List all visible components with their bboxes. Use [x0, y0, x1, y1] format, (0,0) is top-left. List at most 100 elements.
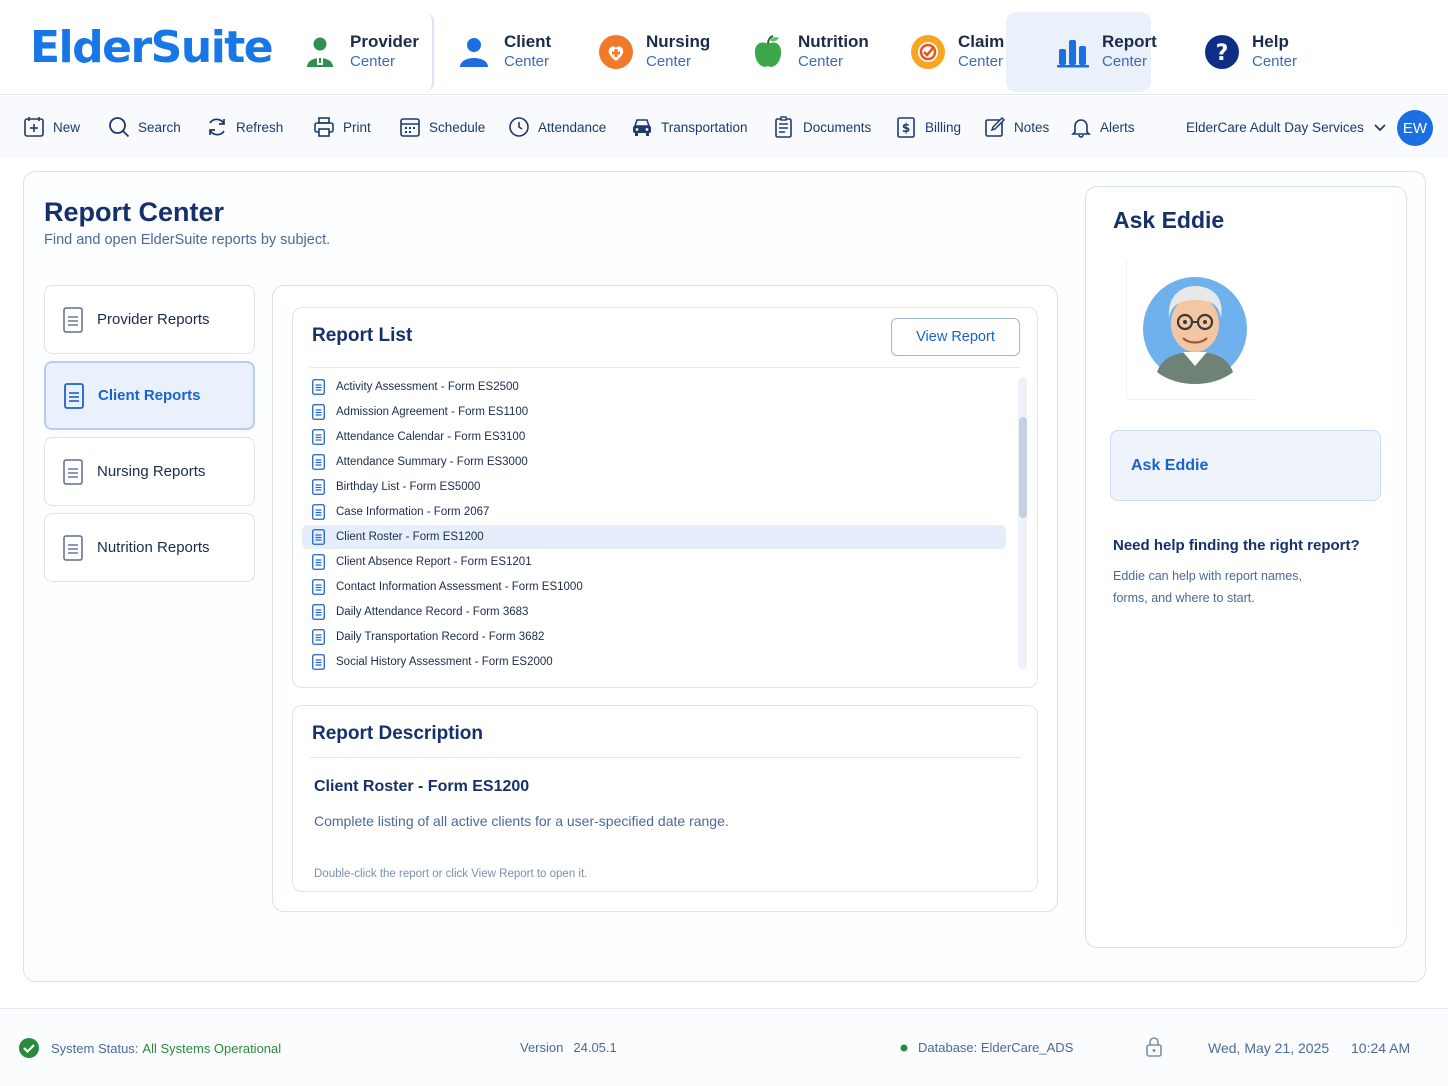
report-list-item[interactable]: Birthday List - Form ES5000	[302, 475, 1006, 499]
report-icon	[312, 429, 325, 445]
center-provider[interactable]: Provider Center	[302, 12, 434, 92]
report-list-item[interactable]: Activity Assessment - Form ES2500	[302, 375, 1006, 399]
notes-icon	[985, 116, 1006, 137]
document-icon	[63, 534, 83, 561]
bar-chart-icon	[1056, 34, 1090, 70]
toolbar-label: Schedule	[429, 119, 486, 135]
category-nutrition-reports[interactable]: Nutrition Reports	[44, 513, 255, 582]
calendar-icon	[400, 118, 420, 137]
report-list-item[interactable]: Attendance Summary - Form ES3000	[302, 450, 1006, 474]
center-label: Nursing	[646, 32, 711, 51]
center-label: Provider	[350, 32, 419, 51]
ask-eddie-title: Ask Eddie	[1113, 207, 1225, 233]
report-icon	[312, 654, 325, 670]
toolbar-new-button[interactable]: New	[23, 114, 80, 140]
billing-icon: $	[897, 117, 915, 138]
toolbar-billing-button[interactable]: $ Billing	[895, 114, 961, 140]
client-icon	[456, 34, 492, 70]
toolbar-label: Print	[343, 119, 371, 135]
report-list-item[interactable]: Daily Attendance Record - Form 3683	[302, 600, 1006, 624]
category-client-reports[interactable]: Client Reports	[44, 361, 255, 430]
center-claim[interactable]: Claim Center	[910, 12, 1018, 92]
status-dot-icon	[900, 1044, 908, 1051]
toolbar-schedule-button[interactable]: Schedule	[399, 114, 485, 140]
nursing-icon	[598, 34, 634, 70]
app-header: ElderSuite Provider Center Client Center N…	[0, 0, 1448, 95]
center-nutrition[interactable]: Nutrition Center	[750, 12, 884, 92]
center-sublabel: Center	[1252, 53, 1298, 70]
category-nursing-reports[interactable]: Nursing Reports	[44, 437, 255, 506]
center-client[interactable]: Client Center	[456, 12, 576, 92]
center-help[interactable]: ? Help Center	[1204, 12, 1314, 92]
report-name: Client Absence Report - Form ES1201	[336, 556, 532, 568]
center-report[interactable]: Report Center	[1006, 12, 1157, 92]
report-name: Admission Agreement - Form ES1100	[336, 406, 529, 418]
category-label: Nursing Reports	[97, 463, 206, 480]
open-report-hint: Double-click the report or click View Re…	[314, 868, 588, 880]
center-label: Client	[504, 32, 552, 51]
center-nursing[interactable]: Nursing Center	[598, 12, 728, 92]
report-icon	[312, 504, 325, 520]
center-label: Report	[1102, 32, 1157, 51]
toolbar-alerts-button[interactable]: Alerts	[1070, 114, 1135, 140]
scrollbar-thumb[interactable]	[1019, 417, 1027, 518]
report-icon	[312, 379, 325, 395]
report-name: Attendance Calendar - Form ES3100	[336, 431, 526, 443]
database-name: Database: ElderCare_ADS	[918, 1040, 1074, 1055]
lock-icon	[1146, 1037, 1162, 1057]
report-list-item[interactable]: Case Information - Form 2067	[302, 500, 1006, 524]
report-name: Daily Attendance Record - Form 3683	[336, 606, 529, 618]
center-sublabel: Center	[646, 53, 692, 70]
report-list-item[interactable]: Client Absence Report - Form ES1201	[302, 550, 1006, 574]
toolbar-label: Notes	[1014, 119, 1050, 135]
report-list-item-selected[interactable]: Client Roster - Form ES1200	[302, 525, 1006, 549]
page-subtitle: Find and open ElderSuite reports by subj…	[44, 232, 331, 248]
report-name: Attendance Summary - Form ES3000	[336, 456, 528, 468]
report-name: Birthday List - Form ES5000	[336, 481, 481, 493]
ask-eddie-button[interactable]: Ask Eddie	[1110, 430, 1381, 501]
toolbar-notes-button[interactable]: Notes	[984, 114, 1049, 140]
report-list-item[interactable]: Attendance Calendar - Form ES3100	[302, 425, 1006, 449]
report-name: Daily Transportation Record - Form 3682	[336, 631, 545, 643]
report-list-item[interactable]: Admission Agreement - Form ES1100	[302, 400, 1006, 424]
document-icon	[64, 382, 84, 409]
toolbar-label: Search	[138, 119, 181, 135]
center-label: Nutrition	[798, 32, 869, 51]
version-value: 24.05.1	[573, 1040, 617, 1055]
center-sublabel: Center	[798, 53, 844, 70]
organization-select[interactable]: ElderCare Adult Day Services	[1186, 120, 1386, 135]
user-avatar[interactable]: EW	[1397, 110, 1433, 146]
document-icon	[63, 458, 83, 485]
category-label: Provider Reports	[97, 311, 210, 328]
lock-button[interactable]	[1145, 1037, 1163, 1057]
system-status: System Status: All Systems Operational	[18, 1037, 281, 1059]
app-logo[interactable]: ElderSuite	[30, 22, 274, 73]
report-icon	[312, 629, 325, 645]
toolbar-refresh-button[interactable]: Refresh	[206, 114, 283, 140]
report-list-item[interactable]: Daily Transportation Record - Form 3682	[302, 625, 1006, 649]
help-icon: ?	[1204, 34, 1240, 70]
current-date: Wed, May 21, 2025	[1208, 1040, 1330, 1056]
view-report-button[interactable]: View Report	[891, 318, 1020, 356]
toolbar-search-button[interactable]: Search	[108, 114, 181, 140]
toolbar-transportation-button[interactable]: Transportation	[631, 114, 748, 140]
documents-icon	[775, 116, 792, 138]
report-icon	[312, 479, 325, 495]
version-info: Version 24.05.1	[520, 1040, 617, 1055]
report-list-item[interactable]: Social History Assessment - Form ES2000	[302, 650, 1006, 674]
toolbar-label: New	[53, 119, 81, 135]
clock-icon	[509, 117, 529, 137]
category-label: Client Reports	[98, 387, 201, 404]
apple-icon	[750, 34, 786, 70]
report-list-item[interactable]: Contact Information Assessment - Form ES…	[302, 575, 1006, 599]
toolbar-documents-button[interactable]: Documents	[773, 114, 871, 140]
category-provider-reports[interactable]: Provider Reports	[44, 285, 255, 354]
system-status-label: System Status:	[51, 1040, 139, 1056]
center-sublabel: Center	[1102, 53, 1148, 70]
organization-name: ElderCare Adult Day Services	[1186, 120, 1364, 135]
check-circle-icon	[19, 1038, 39, 1058]
toolbar-print-button[interactable]: Print	[313, 114, 371, 140]
svg-text:$: $	[902, 121, 910, 135]
toolbar-attendance-button[interactable]: Attendance	[508, 114, 606, 140]
new-icon	[24, 117, 44, 137]
